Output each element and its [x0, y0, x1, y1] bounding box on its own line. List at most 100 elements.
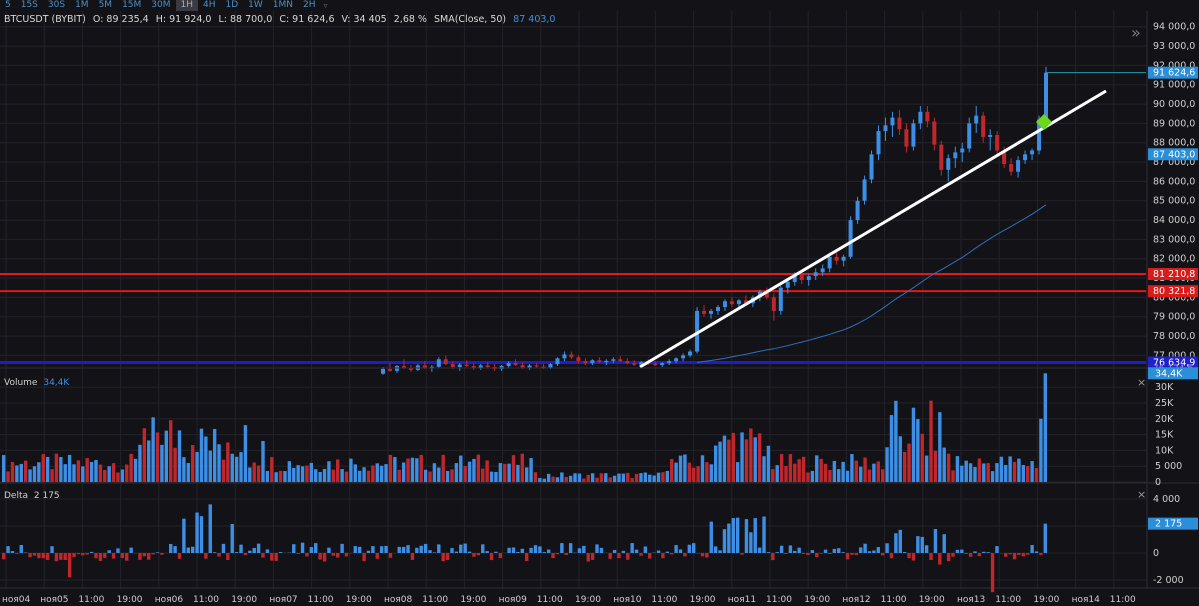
volume-bar	[718, 441, 722, 482]
timeframe-30m[interactable]: 30M	[146, 0, 175, 11]
delta-bar	[111, 553, 116, 559]
delta-bar	[964, 553, 968, 554]
collapse-icon[interactable]: »	[1131, 23, 1141, 42]
timeframe-1m[interactable]: 1M	[70, 0, 94, 11]
volume-bar	[828, 469, 832, 482]
timeframe-15s[interactable]: 15S	[16, 0, 43, 11]
price-tick: 90 000,0	[1153, 99, 1195, 110]
volume-bar	[182, 457, 186, 482]
timeframe-4h[interactable]: 4H	[198, 0, 221, 11]
delta-bar	[384, 545, 388, 553]
timeframe-30s[interactable]: 30S	[43, 0, 70, 11]
timeframe-more-icon[interactable]: ▿	[321, 1, 331, 10]
delta-bar	[432, 552, 437, 553]
price-tick: 91 000,0	[1153, 80, 1195, 91]
time-tick: ноя05	[40, 595, 68, 605]
volume-bar	[639, 473, 643, 482]
volume-bar	[393, 457, 397, 482]
candle-body	[611, 359, 616, 361]
delta-bar	[463, 543, 467, 553]
timeframe-1d[interactable]: 1D	[221, 0, 244, 11]
volume-bar	[599, 473, 604, 482]
candle-body	[834, 256, 839, 261]
volume-bar	[929, 400, 933, 482]
delta-bar	[226, 553, 230, 561]
delta-bar	[713, 546, 718, 553]
volume-bar	[116, 472, 120, 482]
timeframe-2h[interactable]: 2H	[298, 0, 321, 11]
volume-bar	[379, 465, 384, 482]
delta-bar	[362, 553, 366, 562]
volume-bar	[467, 461, 472, 482]
candle-body	[450, 364, 455, 367]
delta-bar	[406, 545, 410, 553]
delta-bar	[511, 547, 516, 553]
sma-price-tag: 87 403,0	[1153, 149, 1195, 160]
delta-bar	[665, 551, 670, 553]
time-tick: ноя07	[269, 595, 297, 605]
delta-bar	[766, 552, 771, 553]
candle-body	[806, 276, 811, 280]
delta-bar	[753, 518, 757, 553]
delta-bar	[155, 552, 160, 553]
candle-body	[918, 111, 923, 124]
volume-bar	[164, 430, 169, 482]
delta-bar	[793, 550, 797, 553]
timeframe-1mn[interactable]: 1MN	[268, 0, 298, 11]
delta-bar	[221, 543, 226, 553]
delta-close-icon[interactable]: ×	[1137, 488, 1146, 501]
timeframe-1w[interactable]: 1W	[243, 0, 268, 11]
delta-bar	[138, 553, 142, 560]
volume-bar	[727, 439, 731, 482]
delta-bar	[828, 553, 832, 554]
volume-bar	[612, 475, 617, 482]
volume-bar	[89, 461, 94, 482]
volume-bar	[94, 459, 98, 482]
delta-bar	[788, 545, 793, 553]
volume-bar	[445, 471, 450, 482]
candle-body	[702, 310, 707, 314]
delta-bar	[208, 504, 212, 553]
volume-bar	[546, 473, 551, 482]
volume-close-icon[interactable]: ×	[1137, 376, 1146, 389]
delta-bar	[1034, 551, 1039, 553]
timeframe-5[interactable]: 5	[0, 0, 16, 11]
chart-area[interactable]: 94 000,093 000,092 000,091 000,090 000,0…	[0, 11, 1199, 606]
candle-body	[785, 281, 790, 288]
candle-body	[862, 179, 867, 201]
volume-bar	[973, 467, 977, 482]
volume-bar	[626, 472, 630, 482]
delta-bar	[467, 551, 472, 553]
timeframe-5m[interactable]: 5M	[94, 0, 118, 11]
volume-bar	[454, 463, 459, 482]
volume-bar	[643, 472, 648, 482]
delta-bar	[810, 550, 815, 553]
volume-bar	[278, 470, 283, 482]
delta-bar	[129, 547, 133, 553]
volume-bar	[503, 463, 507, 482]
delta-bar	[94, 553, 98, 559]
delta-bar	[401, 546, 406, 553]
volume-bar	[863, 457, 867, 482]
volume-bar	[340, 469, 344, 482]
candle-body	[981, 115, 986, 137]
volume-bar	[212, 428, 217, 482]
delta-bar	[182, 518, 186, 553]
volume-bar	[252, 462, 256, 482]
delta-last-tag: 2 175	[1155, 519, 1182, 530]
candle-body	[771, 297, 776, 311]
close-value: C: 91 624,6	[279, 14, 334, 25]
delta-bar	[50, 546, 54, 553]
delta-bar	[731, 518, 735, 553]
volume-tick: 0	[1155, 477, 1161, 488]
volume-bar	[634, 473, 639, 482]
delta-bar	[599, 547, 604, 553]
delta-bar	[59, 553, 63, 560]
candle-body	[555, 358, 560, 365]
timeframe-1h[interactable]: 1H	[175, 0, 199, 11]
delta-bar	[551, 553, 555, 559]
timeframe-15m[interactable]: 15M	[117, 0, 146, 11]
time-tick: 19:00	[460, 595, 486, 605]
delta-bar	[28, 553, 32, 558]
volume-bar	[208, 450, 212, 482]
